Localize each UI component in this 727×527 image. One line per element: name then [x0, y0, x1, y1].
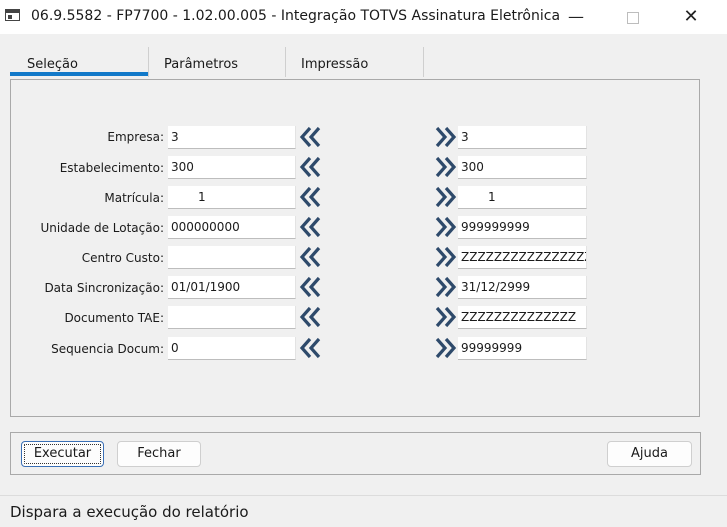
active-tab-indicator [10, 72, 148, 76]
double-chevron-left-icon[interactable] [299, 245, 323, 269]
estabelecimento-from-input[interactable]: 300 [168, 156, 296, 179]
estabelecimento-to-input[interactable]: 300 [458, 156, 587, 179]
centro-custo-from-input[interactable] [168, 246, 296, 269]
double-chevron-right-icon[interactable] [433, 125, 457, 149]
tab-parametros-label: Parâmetros [164, 57, 239, 72]
unidade-lotacao-to-input[interactable]: 999999999 [458, 216, 587, 239]
double-chevron-right-icon[interactable] [433, 305, 457, 329]
maximize-icon [627, 11, 639, 24]
double-chevron-left-icon[interactable] [299, 305, 323, 329]
empresa-from-input[interactable]: 3 [168, 126, 296, 149]
documento-tae-label: Documento TAE: [64, 311, 164, 325]
double-chevron-right-icon[interactable] [433, 245, 457, 269]
double-chevron-right-icon[interactable] [433, 275, 457, 299]
documento-tae-to-input[interactable]: ZZZZZZZZZZZZZZ [458, 306, 587, 329]
sequencia-docum-from-input[interactable]: 0 [168, 337, 296, 360]
minimize-button[interactable]: — [553, 0, 599, 34]
tab-impressao[interactable]: Impressão [286, 47, 423, 75]
sequencia-docum-to-input[interactable]: 99999999 [458, 337, 587, 360]
tab-selecao-label: Seleção [27, 57, 78, 72]
close-window-button[interactable]: ✕ [668, 0, 714, 34]
tab-impressao-label: Impressão [301, 57, 369, 72]
double-chevron-left-icon[interactable] [299, 336, 323, 360]
window-title: 06.9.5582 - FP7700 - 1.02.00.005 - Integ… [31, 8, 561, 24]
centro-custo-label: Centro Custo: [81, 251, 164, 265]
tab-separator [423, 47, 424, 77]
double-chevron-right-icon[interactable] [433, 336, 457, 360]
documento-tae-from-input[interactable] [168, 306, 296, 329]
dialog-client-area: Seleção Parâmetros Impressão Empresa: 3 … [0, 34, 727, 495]
double-chevron-left-icon[interactable] [299, 125, 323, 149]
unidade-lotacao-from-input[interactable]: 000000000 [168, 216, 296, 239]
double-chevron-left-icon[interactable] [299, 215, 323, 239]
matricula-from-input[interactable]: 1 [168, 186, 296, 209]
close-button[interactable]: Fechar [117, 441, 201, 467]
status-bar: Dispara a execução do relatório [0, 495, 727, 527]
centro-custo-to-input[interactable]: ZZZZZZZZZZZZZZZZZZZZ [458, 246, 587, 269]
data-sincronizacao-from-input[interactable]: 01/01/1900 [168, 276, 296, 299]
status-text: Dispara a execução do relatório [10, 503, 249, 521]
double-chevron-right-icon[interactable] [433, 155, 457, 179]
data-sincronizacao-label: Data Sincronização: [44, 281, 164, 295]
data-sincronizacao-to-input[interactable]: 31/12/2999 [458, 276, 587, 299]
button-bar: Executar Fechar Ajuda [10, 432, 701, 475]
tab-selecao[interactable]: Seleção [10, 47, 148, 75]
unidade-lotacao-label: Unidade de Lotação: [40, 221, 164, 235]
empresa-to-input[interactable]: 3 [458, 126, 587, 149]
title-bar[interactable]: 06.9.5582 - FP7700 - 1.02.00.005 - Integ… [0, 0, 727, 34]
help-button[interactable]: Ajuda [607, 441, 692, 467]
double-chevron-left-icon[interactable] [299, 185, 323, 209]
maximize-button[interactable] [610, 0, 656, 34]
app-window-icon [5, 9, 20, 21]
double-chevron-right-icon[interactable] [433, 215, 457, 239]
sequencia-docum-label: Sequencia Docum: [51, 342, 164, 356]
double-chevron-left-icon[interactable] [299, 275, 323, 299]
execute-button[interactable]: Executar [21, 441, 104, 467]
matricula-to-input[interactable]: 1 [458, 186, 587, 209]
tab-parametros[interactable]: Parâmetros [149, 47, 285, 75]
double-chevron-right-icon[interactable] [433, 185, 457, 209]
estabelecimento-label: Estabelecimento: [59, 161, 164, 175]
matricula-label: Matrícula: [104, 191, 164, 205]
empresa-label: Empresa: [107, 130, 164, 144]
double-chevron-left-icon[interactable] [299, 155, 323, 179]
